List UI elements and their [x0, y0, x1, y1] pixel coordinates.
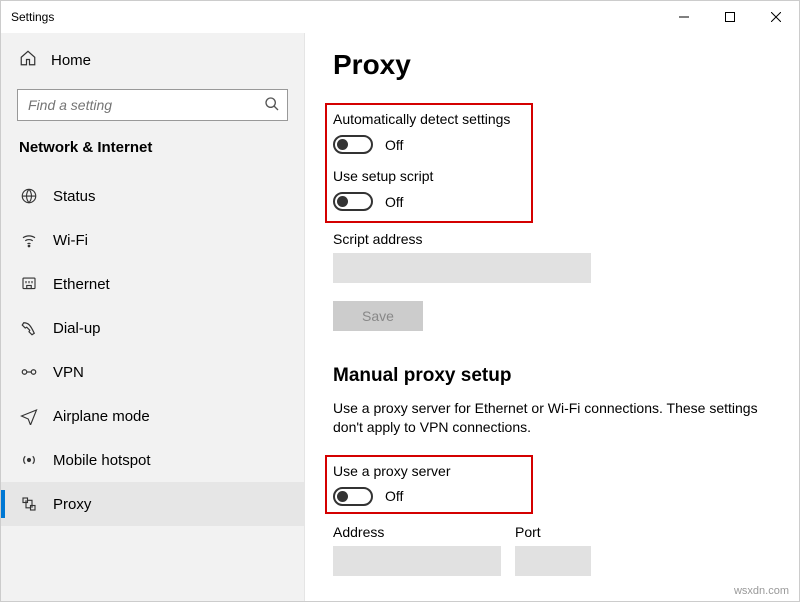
sidebar-item-ethernet[interactable]: Ethernet: [1, 262, 304, 306]
address-label: Address: [333, 524, 501, 540]
port-input[interactable]: [515, 546, 591, 576]
home-icon: [19, 49, 37, 71]
highlight-proxy-section: Use a proxy server Off: [325, 455, 533, 514]
sidebar-item-dialup[interactable]: Dial-up: [1, 306, 304, 350]
port-label: Port: [515, 524, 591, 540]
manual-setup-description: Use a proxy server for Ethernet or Wi-Fi…: [333, 399, 769, 437]
titlebar: Settings: [1, 1, 799, 33]
setup-script-row: Off: [333, 192, 525, 211]
sidebar-item-label: Wi-Fi: [53, 232, 88, 249]
close-button[interactable]: [753, 1, 799, 33]
script-address-label: Script address: [333, 231, 769, 247]
use-proxy-label: Use a proxy server: [333, 463, 525, 479]
watermark: wsxdn.com: [734, 585, 789, 597]
ethernet-icon: [19, 275, 39, 293]
sidebar-item-status[interactable]: Status: [1, 174, 304, 218]
dialup-icon: [19, 319, 39, 337]
auto-detect-label: Automatically detect settings: [333, 111, 525, 127]
search-wrap: [17, 89, 288, 121]
auto-detect-toggle[interactable]: [333, 135, 373, 154]
window-controls: [661, 1, 799, 33]
vpn-icon: [19, 363, 39, 381]
sidebar-home-label: Home: [51, 52, 91, 69]
sidebar-item-wifi[interactable]: Wi-Fi: [1, 218, 304, 262]
airplane-icon: [19, 407, 39, 425]
sidebar-item-label: Airplane mode: [53, 408, 150, 425]
save-button[interactable]: Save: [333, 301, 423, 331]
auto-detect-state: Off: [385, 137, 403, 153]
script-address-input[interactable]: [333, 253, 591, 283]
sidebar-item-vpn[interactable]: VPN: [1, 350, 304, 394]
page-title: Proxy: [333, 49, 769, 81]
sidebar-item-label: Proxy: [53, 496, 91, 513]
sidebar-home[interactable]: Home: [1, 41, 304, 79]
sidebar-item-label: Status: [53, 188, 96, 205]
auto-detect-row: Off: [333, 135, 525, 154]
sidebar-nav: Status Wi-Fi Ethernet Dial-up VPN Airpla…: [1, 174, 304, 601]
manual-setup-title: Manual proxy setup: [333, 365, 769, 387]
setup-script-label: Use setup script: [333, 168, 525, 184]
sidebar-item-proxy[interactable]: Proxy: [1, 482, 304, 526]
hotspot-icon: [19, 451, 39, 469]
search-input[interactable]: [17, 89, 288, 121]
wifi-icon: [19, 231, 39, 249]
sidebar-item-label: VPN: [53, 364, 84, 381]
window-title: Settings: [11, 10, 54, 24]
content: Home Network & Internet Status Wi-Fi Eth…: [1, 33, 799, 601]
maximize-button[interactable]: [707, 1, 753, 33]
sidebar-item-label: Ethernet: [53, 276, 110, 293]
sidebar-item-airplane[interactable]: Airplane mode: [1, 394, 304, 438]
sidebar-item-hotspot[interactable]: Mobile hotspot: [1, 438, 304, 482]
use-proxy-toggle[interactable]: [333, 487, 373, 506]
setup-script-toggle[interactable]: [333, 192, 373, 211]
address-input[interactable]: [333, 546, 501, 576]
minimize-button[interactable]: [661, 1, 707, 33]
main-panel: Proxy Automatically detect settings Off …: [305, 33, 799, 601]
setup-script-state: Off: [385, 194, 403, 210]
sidebar-item-label: Mobile hotspot: [53, 452, 151, 469]
sidebar-item-label: Dial-up: [53, 320, 101, 337]
proxy-icon: [19, 495, 39, 513]
search-icon: [264, 96, 280, 115]
address-port-row: Address Port: [333, 516, 769, 576]
sidebar: Home Network & Internet Status Wi-Fi Eth…: [1, 33, 305, 601]
highlight-auto-section: Automatically detect settings Off Use se…: [325, 103, 533, 223]
use-proxy-row: Off: [333, 487, 525, 506]
use-proxy-state: Off: [385, 488, 403, 504]
sidebar-section-title: Network & Internet: [1, 135, 304, 174]
status-icon: [19, 187, 39, 205]
